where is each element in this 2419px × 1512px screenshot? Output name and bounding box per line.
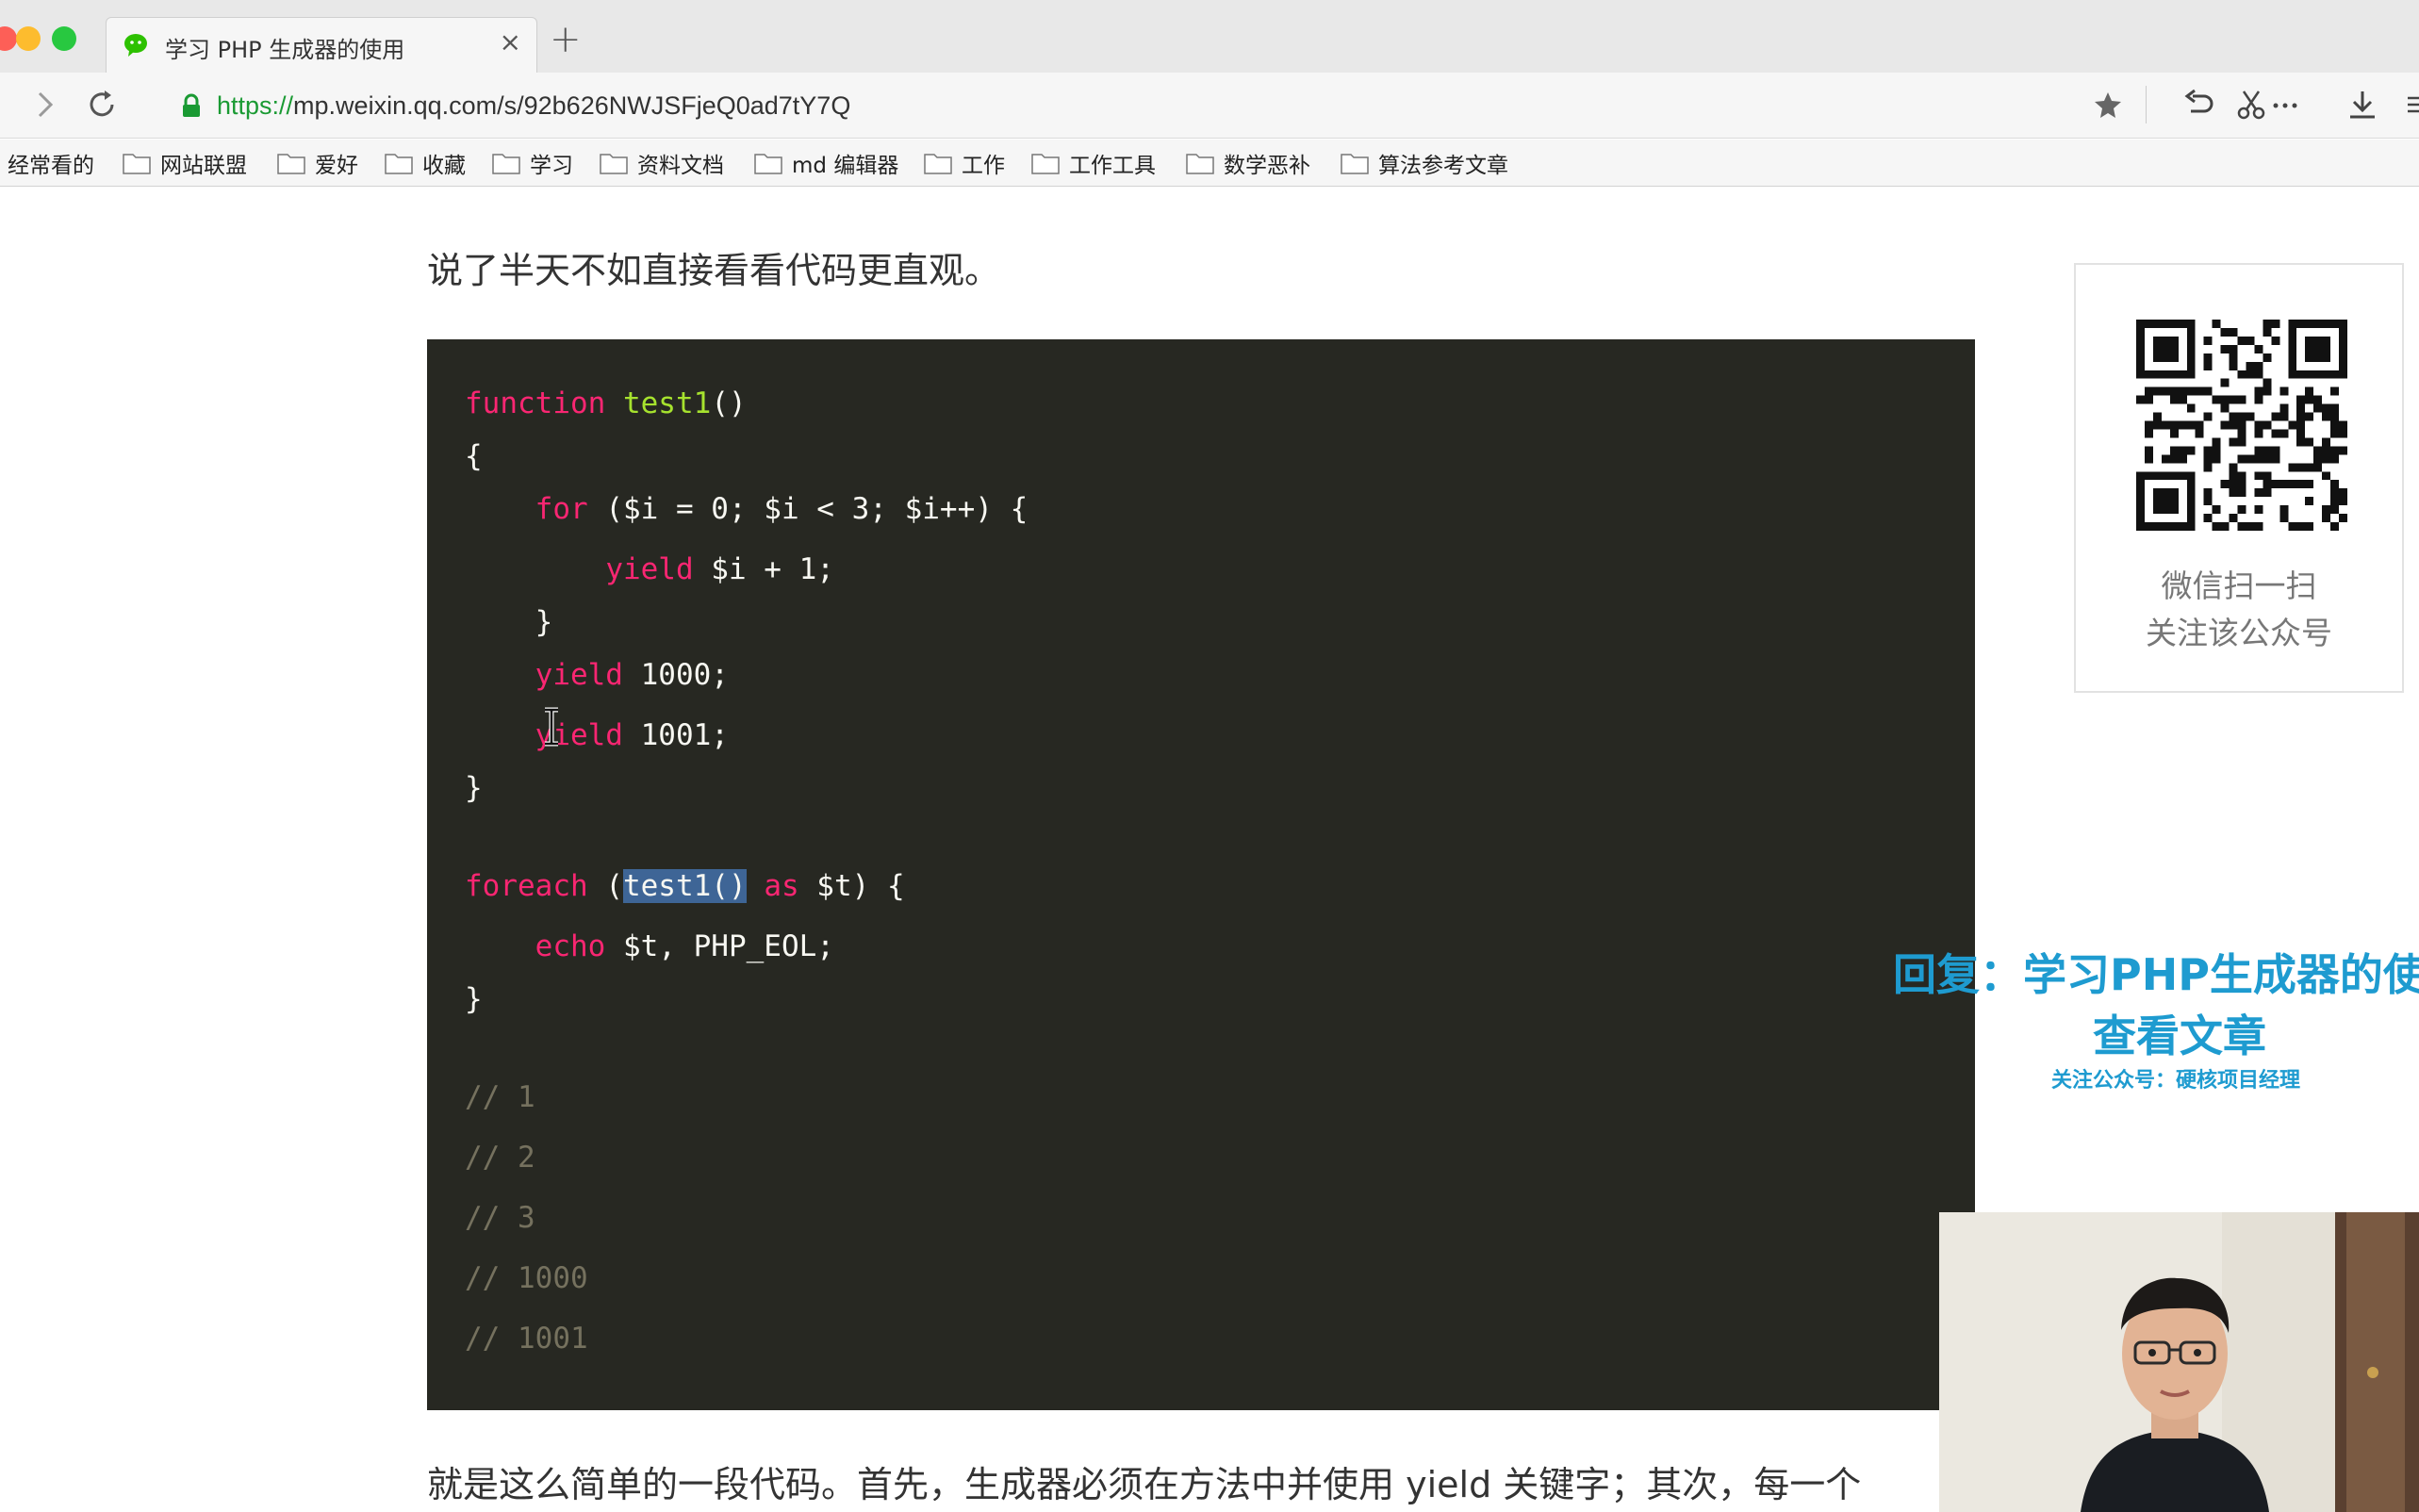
lock-icon: [183, 93, 200, 117]
folder-icon: [277, 154, 305, 174]
code-line: for ($i = 0; $i < 3; $i++) {: [535, 492, 1028, 526]
bookmark-frequent[interactable]: 经常看的: [8, 147, 94, 179]
bookmark-folder[interactable]: 爱好: [277, 147, 358, 179]
chevron-right-icon: [38, 91, 54, 118]
url-text: https://mp.weixin.qq.com/s/92b626NWJSFje…: [217, 91, 850, 121]
presenter-video: [1939, 1212, 2419, 1512]
bookmark-folder[interactable]: 网站联盟: [123, 147, 247, 179]
reload-button[interactable]: [81, 84, 123, 125]
code-comment: // 1000: [465, 1261, 588, 1295]
folder-icon: [123, 154, 151, 174]
bookmark-folder[interactable]: 数学恶补: [1186, 147, 1310, 179]
folder-icon: [600, 154, 628, 174]
navigation-bar: https://mp.weixin.qq.com/s/92b626NWJSFje…: [0, 73, 2419, 139]
folder-icon: [385, 154, 413, 174]
bookmark-label: 资料文档: [637, 154, 724, 178]
bookmark-folder[interactable]: 工作: [924, 147, 1005, 179]
window-maximize-button[interactable]: [52, 26, 76, 51]
code-line: {: [465, 439, 483, 473]
code-block: function test1() { for ($i = 0; $i < 3; …: [427, 339, 1975, 1410]
code-comment: // 1: [465, 1080, 535, 1114]
code-line: yield 1000;: [535, 658, 729, 692]
webcam-overlay: [1939, 1212, 2419, 1512]
address-bar[interactable]: https://mp.weixin.qq.com/s/92b626NWJSFje…: [153, 86, 2142, 125]
bookmark-folder[interactable]: 算法参考文章: [1341, 147, 1508, 179]
bookmark-folder[interactable]: 学习: [492, 147, 573, 179]
code-line: }: [465, 771, 483, 805]
bookmark-folder[interactable]: md 编辑器: [754, 147, 898, 179]
bookmark-label: 算法参考文章: [1378, 154, 1508, 178]
folder-icon: [924, 154, 952, 174]
folder-icon: [1341, 154, 1369, 174]
bookmark-label: 网站联盟: [160, 154, 247, 178]
tab-close-icon[interactable]: ×: [500, 29, 521, 56]
window-close-button[interactable]: [0, 26, 17, 51]
code-line: function test1(): [465, 386, 747, 420]
star-icon: [2095, 92, 2121, 118]
screenshot-button[interactable]: [2236, 84, 2308, 125]
bookmark-star-button[interactable]: [2087, 84, 2129, 125]
url-scheme: https://: [217, 91, 294, 120]
tab-title: 学习 PHP 生成器的使用: [165, 37, 405, 63]
forward-button[interactable]: [25, 84, 66, 125]
reload-icon: [90, 90, 114, 117]
reply-hint-title: 回复：学习PHP生成器的使: [1893, 949, 2419, 1000]
qr-caption: 微信扫一扫: [2161, 567, 2317, 604]
qr-code-icon: [2136, 320, 2347, 531]
code-line: }: [465, 982, 483, 1016]
qr-code-panel: 微信扫一扫 关注该公众号: [2074, 263, 2404, 693]
folder-icon: [754, 154, 782, 174]
tab-active[interactable]: 学习 PHP 生成器的使用 ×: [106, 17, 537, 73]
code-line: echo $t, PHP_EOL;: [535, 929, 834, 963]
text-cursor-icon: [545, 707, 558, 747]
bookmark-label: 收藏: [422, 154, 466, 178]
text-selection: test1(): [622, 869, 747, 903]
code-comment: // 3: [465, 1201, 535, 1235]
bookmark-label: 工作工具: [1069, 154, 1156, 178]
window-minimize-button[interactable]: [16, 26, 41, 51]
tab-bar: 学习 PHP 生成器的使用 × +: [0, 0, 2419, 73]
folder-icon: [1186, 154, 1214, 174]
toolbar-divider: [2146, 86, 2147, 123]
code-line: yield 1001;: [535, 718, 729, 752]
scissors-icon: [2237, 90, 2297, 120]
folder-icon: [492, 154, 520, 174]
bookmark-label: 数学恶补: [1224, 154, 1310, 178]
url-path: mp.weixin.qq.com/s/92b626NWJSFjeQ0ad7tY7…: [293, 91, 851, 120]
folder-icon: [1031, 154, 1060, 174]
bookmark-label: md 编辑器: [792, 154, 899, 178]
code-line: foreach (test1() as $t) {: [465, 869, 905, 903]
download-button[interactable]: [2342, 84, 2383, 125]
bookmark-label: 学习: [530, 154, 573, 178]
bookmark-label: 爱好: [315, 154, 358, 178]
menu-icon: [2408, 96, 2419, 113]
history-back-button[interactable]: [2179, 84, 2220, 125]
code-comment: // 2: [465, 1141, 535, 1175]
bookmark-folder[interactable]: 收藏: [385, 147, 466, 179]
article-paragraph: 说了半天不如直接看看代码更直观。: [427, 250, 1001, 291]
menu-button[interactable]: [2400, 84, 2419, 125]
code-line: yield $i + 1;: [605, 552, 834, 586]
bookmarks-bar: 经常看的 网站联盟 爱好 收藏 学习 资料文档 md 编辑器 工作 工作工具 数…: [0, 140, 2419, 187]
undo-icon: [2184, 89, 2213, 113]
bookmark-label: 工作: [962, 154, 1005, 178]
reply-hint-subtitle: 查看文章: [2093, 1011, 2266, 1061]
qr-caption: 关注该公众号: [2146, 615, 2332, 651]
code-comment: // 1001: [465, 1322, 588, 1356]
new-tab-button[interactable]: +: [550, 21, 582, 58]
reply-hint-caption: 关注公众号：硬核项目经理: [2051, 1069, 2301, 1093]
download-icon: [2350, 91, 2375, 119]
wechat-icon: [124, 34, 147, 57]
article-paragraph: 就是这么简单的一段代码。首先，生成器必须在方法中并使用 yield 关键字；其次…: [427, 1464, 1862, 1505]
bookmark-folder[interactable]: 资料文档: [600, 147, 724, 179]
bookmark-folder[interactable]: 工作工具: [1031, 147, 1156, 179]
code-line: }: [465, 605, 553, 639]
